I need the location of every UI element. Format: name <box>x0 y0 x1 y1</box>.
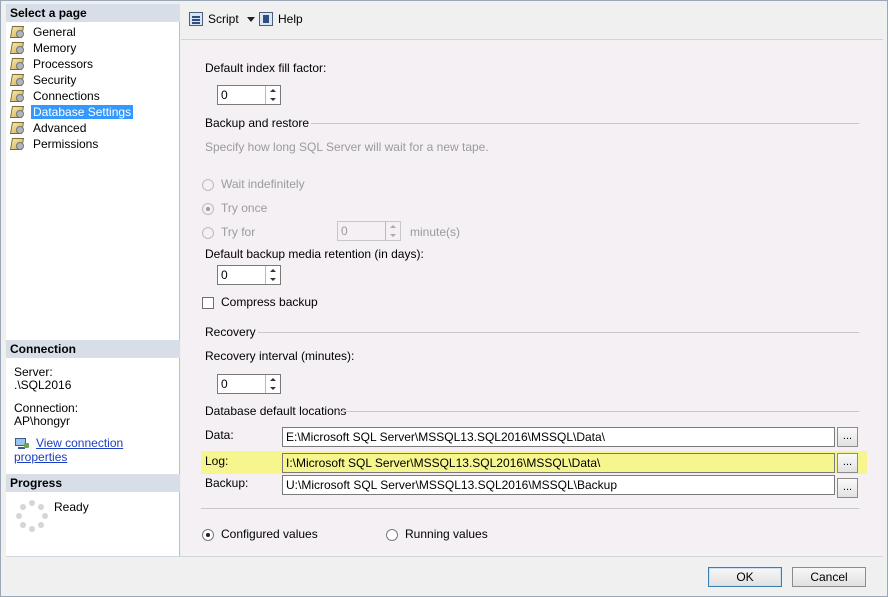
ok-button[interactable]: OK <box>708 567 782 587</box>
properties-icon <box>9 41 26 55</box>
try-once-radio[interactable] <box>202 203 214 215</box>
properties-icon <box>9 105 26 119</box>
left-pane: Select a page General Memory Processors … <box>6 4 180 556</box>
configured-values-label: Configured values <box>221 527 318 541</box>
compress-backup-label: Compress backup <box>221 295 318 309</box>
properties-icon <box>9 57 26 71</box>
backup-restore-divider <box>311 123 859 124</box>
page-connections[interactable]: Connections <box>9 88 133 104</box>
data-path-field[interactable]: E:\Microsoft SQL Server\MSSQL13.SQL2016\… <box>282 427 835 447</box>
spin-up-icon[interactable] <box>266 375 280 384</box>
compress-backup-checkbox[interactable] <box>202 297 214 309</box>
backup-browse-button[interactable]: ... <box>837 478 858 498</box>
wait-indefinitely-radio[interactable] <box>202 179 214 191</box>
progress-header: Progress <box>6 474 180 492</box>
page-label: General <box>33 25 76 39</box>
script-button[interactable]: Script <box>189 12 255 26</box>
spin-down-icon[interactable] <box>266 95 280 104</box>
chevron-down-icon[interactable] <box>246 16 255 22</box>
toolbar: Script Help <box>181 4 883 40</box>
try-for-stepper[interactable]: 0 <box>337 221 401 241</box>
page-label: Security <box>33 73 77 87</box>
spin-down-icon[interactable] <box>266 275 280 284</box>
data-browse-button[interactable]: ... <box>837 427 858 447</box>
page-memory[interactable]: Memory <box>9 40 133 56</box>
recovery-interval-stepper[interactable]: 0 <box>217 374 281 394</box>
wait-indefinitely-label: Wait indefinitely <box>221 177 305 191</box>
right-pane: Script Help Default index fill factor: 0… <box>181 4 883 556</box>
log-path-field[interactable]: I:\Microsoft SQL Server\MSSQL13.SQL2016\… <box>282 453 835 473</box>
backup-label: Backup: <box>205 476 249 490</box>
page-database-settings[interactable]: Database Settings <box>9 104 134 120</box>
configured-values-radio[interactable] <box>202 529 214 541</box>
log-label: Log: <box>205 454 229 468</box>
database-settings-panel: Default index fill factor: 0 Backup and … <box>181 41 883 556</box>
page-general[interactable]: General <box>9 24 133 40</box>
help-icon <box>259 12 273 26</box>
connection-properties-icon <box>14 437 30 451</box>
try-once-label: Try once <box>221 201 268 215</box>
log-browse-button[interactable]: ... <box>837 453 858 473</box>
spin-up-icon[interactable] <box>386 222 400 231</box>
try-for-value[interactable]: 0 <box>338 222 385 240</box>
fill-factor-value[interactable]: 0 <box>218 86 265 104</box>
data-label: Data: <box>205 428 234 442</box>
progress-spinner-icon <box>16 500 48 532</box>
retention-stepper[interactable]: 0 <box>217 265 281 285</box>
dialog-footer: OK Cancel <box>6 556 883 592</box>
properties-icon <box>9 73 26 87</box>
page-label: Database Settings <box>31 105 134 119</box>
running-values-label: Running values <box>405 527 488 541</box>
backup-path-field[interactable]: U:\Microsoft SQL Server\MSSQL13.SQL2016\… <box>282 475 835 495</box>
tape-wait-description: Specify how long SQL Server will wait fo… <box>205 140 489 154</box>
page-label: Memory <box>33 41 77 55</box>
server-value: .\SQL2016 <box>14 378 72 392</box>
properties-icon <box>9 137 26 151</box>
retention-value[interactable]: 0 <box>218 266 265 284</box>
locations-divider <box>339 411 859 412</box>
page-label: Processors <box>33 57 94 71</box>
view-connection-properties[interactable]: View connection properties <box>14 437 179 464</box>
fill-factor-stepper[interactable]: 0 <box>217 85 281 105</box>
try-for-label: Try for <box>221 225 256 239</box>
properties-icon <box>9 121 26 135</box>
page-advanced[interactable]: Advanced <box>9 120 133 136</box>
recovery-group-title: Recovery <box>205 325 256 339</box>
spin-up-icon[interactable] <box>266 266 280 275</box>
values-divider <box>201 508 859 509</box>
progress-status: Ready <box>54 500 89 514</box>
recovery-divider <box>258 332 859 333</box>
try-for-radio[interactable] <box>202 227 214 239</box>
properties-icon <box>9 25 26 39</box>
script-label: Script <box>208 12 239 26</box>
running-values-radio[interactable] <box>386 529 398 541</box>
retention-label: Default backup media retention (in days)… <box>205 247 424 261</box>
backup-restore-group-title: Backup and restore <box>205 116 310 130</box>
connection-header: Connection <box>6 340 180 358</box>
spin-down-icon[interactable] <box>386 231 400 240</box>
page-label: Advanced <box>33 121 87 135</box>
page-list: General Memory Processors Security Conne… <box>9 24 134 152</box>
locations-group-title: Database default locations <box>205 404 347 418</box>
page-permissions[interactable]: Permissions <box>9 136 133 152</box>
page-processors[interactable]: Processors <box>9 56 133 72</box>
fill-factor-label: Default index fill factor: <box>205 61 327 75</box>
help-label: Help <box>278 12 303 26</box>
page-label: Permissions <box>33 137 99 151</box>
script-icon <box>189 12 203 26</box>
spin-down-icon[interactable] <box>266 384 280 393</box>
minutes-label: minute(s) <box>410 225 461 239</box>
spin-up-icon[interactable] <box>266 86 280 95</box>
recovery-interval-value[interactable]: 0 <box>218 375 265 393</box>
view-connection-properties-link[interactable]: View connection properties <box>14 436 123 464</box>
recovery-interval-label: Recovery interval (minutes): <box>205 349 355 363</box>
page-security[interactable]: Security <box>9 72 133 88</box>
connection-value: AP\hongyr <box>14 414 71 428</box>
properties-icon <box>9 89 26 103</box>
help-button[interactable]: Help <box>259 12 303 26</box>
select-page-header: Select a page <box>6 4 180 22</box>
page-label: Connections <box>33 89 100 103</box>
cancel-button[interactable]: Cancel <box>792 567 866 587</box>
